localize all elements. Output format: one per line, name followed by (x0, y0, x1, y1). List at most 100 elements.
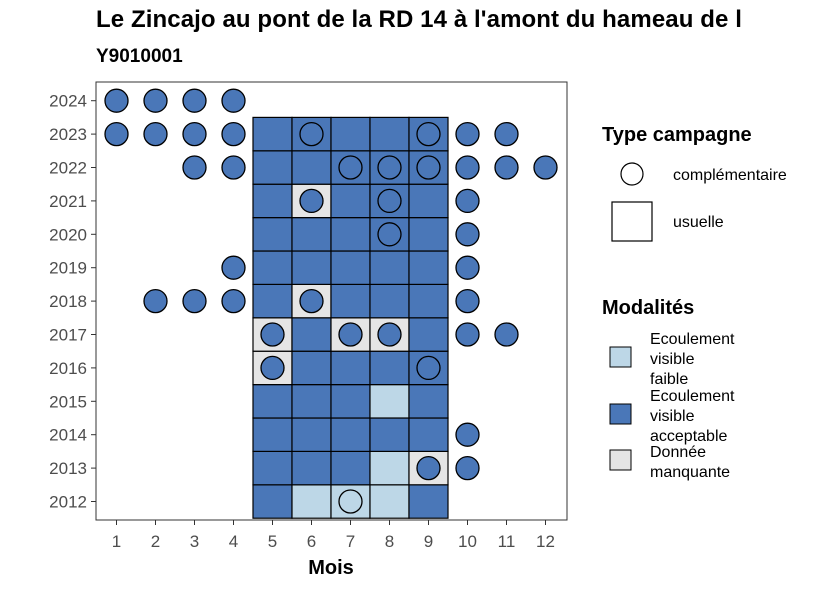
usuelle-cell-2015-8 (369, 384, 410, 419)
y-tick-label: 2019 (49, 259, 87, 278)
usuelle-cell-2017-9 (408, 317, 449, 352)
legend-modalites: Modalités Ecoulement visible faible Ecou… (602, 297, 739, 481)
usuelle-cell-2016-6 (291, 350, 332, 386)
complementaire-point-2022-8 (377, 155, 402, 180)
y-tick-label: 2015 (49, 392, 87, 411)
complementaire-point-2018-6 (299, 288, 324, 314)
complementaire-point-2017-10 (455, 322, 480, 347)
legend-usuelle-label: usuelle (673, 214, 724, 231)
complementaire-point-2019-10 (455, 255, 480, 280)
y-tick-label: 2022 (49, 159, 87, 178)
usuelle-cell-2019-8 (369, 250, 410, 286)
complementaire-point-2022-10 (455, 155, 480, 180)
legend-type-title: Type campagne (602, 124, 752, 146)
heatmap-chart: 1 2 3 4 5 6 7 8 9 10 11 12 201220132014201520162017… (49, 81, 787, 579)
x-tick-label: 12 (536, 532, 555, 551)
y-tick-label: 2012 (49, 493, 87, 512)
complementaire-point-2017-11 (494, 322, 519, 347)
y-tick-label: 2014 (49, 426, 87, 445)
legend-complementaire-label: complémentaire (673, 167, 787, 184)
usuelle-cell-2019-5 (252, 250, 293, 286)
usuelle-cell-2014-6 (291, 417, 332, 453)
usuelle-cell-2018-7 (330, 283, 371, 319)
complementaire-point-2023-11 (494, 121, 519, 147)
usuelle-cell-2021-7 (330, 183, 371, 219)
complementaire-point-2023-6 (299, 121, 324, 147)
complementaire-point-2024-3 (182, 88, 207, 113)
complementaire-point-2023-3 (182, 121, 207, 147)
complementaire-point-2022-7 (338, 155, 363, 180)
complementaire-point-2022-3 (182, 155, 207, 180)
legend-modalites-title: Modalités (602, 297, 694, 319)
complementaire-point-2018-4 (221, 288, 246, 314)
usuelle-cell-2019-7 (330, 250, 371, 286)
complementaire-point-2016-9 (416, 355, 441, 381)
legend-manquante-label: Donnée manquante (650, 444, 730, 481)
complementaire-point-2012-7 (338, 489, 363, 514)
complementaire-point-2018-3 (182, 288, 207, 314)
usuelle-cell-2020-7 (330, 217, 371, 252)
legend-acceptable-label: Ecoulement visible acceptable (650, 388, 739, 445)
legend-faible-swatch (609, 346, 632, 368)
usuelle-cell-2012-6 (291, 484, 332, 519)
usuelle-cell-2014-8 (369, 417, 410, 453)
legend-manquante-swatch (609, 449, 632, 471)
usuelle-cell-2021-9 (408, 183, 449, 219)
y-tick-label: 2020 (49, 225, 87, 244)
complementaire-point-2023-1 (104, 121, 129, 147)
complementaire-point-2022-9 (416, 155, 441, 180)
complementaire-point-2016-5 (260, 355, 285, 381)
usuelle-cell-2014-7 (330, 417, 371, 453)
usuelle-cell-2013-6 (291, 450, 332, 486)
complementaire-point-2024-1 (104, 88, 129, 113)
legend-circle-key (620, 162, 644, 186)
x-tick-label: 8 (385, 532, 394, 551)
usuelle-cell-2016-7 (330, 350, 371, 386)
complementaire-point-2023-10 (455, 121, 480, 147)
complementaire-point-2024-2 (143, 88, 168, 113)
x-tick-label: 3 (190, 532, 199, 551)
x-tick-label: 5 (268, 532, 277, 551)
usuelle-cell-2020-9 (408, 217, 449, 252)
x-tick-label: 4 (229, 532, 238, 551)
usuelle-cell-2015-5 (252, 384, 293, 419)
usuelle-cell-2022-5 (252, 150, 293, 185)
legend-faible-label: Ecoulement visible faible (650, 331, 739, 388)
x-tick-label: 10 (458, 532, 477, 551)
complementaire-point-2013-10 (455, 455, 480, 481)
usuelle-cell-2012-5 (252, 484, 293, 519)
complementaire-point-2021-6 (299, 188, 324, 214)
complementaire-point-2017-8 (377, 322, 402, 347)
usuelle-cell-2021-5 (252, 183, 293, 219)
usuelle-cell-2023-5 (252, 116, 293, 152)
usuelle-cell-2018-8 (369, 283, 410, 319)
usuelle-cell-2015-9 (408, 384, 449, 419)
y-tick-label: 2017 (49, 326, 87, 345)
complementaire-point-2021-10 (455, 188, 480, 214)
usuelle-cell-2015-7 (330, 384, 371, 419)
complementaire-point-2020-10 (455, 222, 480, 247)
complementaire-point-2014-10 (455, 422, 480, 447)
complementaire-point-2019-4 (221, 255, 246, 280)
x-tick-label: 9 (424, 532, 433, 551)
x-tick-label: 6 (307, 532, 316, 551)
usuelle-cell-2016-8 (369, 350, 410, 386)
usuelle-cell-2013-8 (369, 450, 410, 486)
complementaire-point-2023-9 (416, 121, 441, 147)
y-tick-label: 2013 (49, 459, 87, 478)
x-tick-label: 1 (112, 532, 121, 551)
y-axis: 2012 2013 2014 2015 2016 2017 2018 2019 2020 2021… (49, 92, 96, 512)
legend-acceptable-swatch (609, 403, 632, 425)
complementaire-point-2018-10 (455, 288, 480, 314)
x-tick-label: 11 (498, 532, 516, 551)
complementaire-point-2024-4 (221, 88, 246, 113)
x-axis: 1 2 3 4 5 6 7 8 9 10 11 12 (112, 520, 555, 551)
usuelle-cell-2015-6 (291, 384, 332, 419)
usuelle-cell-2013-7 (330, 450, 371, 486)
complementaire-point-2021-8 (377, 188, 402, 214)
usuelle-cell-2023-7 (330, 116, 371, 152)
complementaire-point-2023-2 (143, 121, 168, 147)
usuelle-cell-2020-6 (291, 217, 332, 252)
x-tick-label: 2 (151, 532, 160, 551)
x-axis-label: Mois (308, 557, 354, 579)
